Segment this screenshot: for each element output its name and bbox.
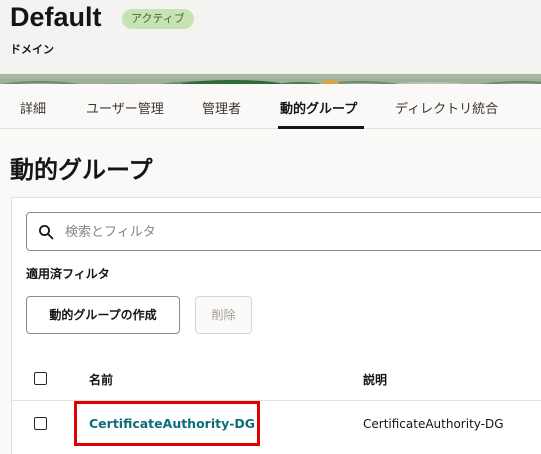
domain-title: Default — [10, 2, 102, 32]
tab-user-management[interactable]: ユーザー管理 — [86, 98, 164, 117]
domain-subtitle: ドメイン — [10, 43, 54, 56]
tab-administrators[interactable]: 管理者 — [202, 98, 241, 117]
delete-button[interactable]: 削除 — [195, 296, 252, 334]
dynamic-group-description: CertificateAuthority-DG — [363, 417, 504, 431]
tab-dynamic-groups[interactable]: 動的グループ — [280, 98, 357, 117]
status-badge: アクティブ — [122, 9, 194, 29]
tab-details[interactable]: 詳細 — [20, 98, 46, 117]
tab-directory-integration[interactable]: ディレクトリ統合 — [395, 98, 498, 117]
header-banner-image — [0, 74, 541, 84]
search-input[interactable] — [65, 221, 525, 243]
search-icon — [39, 225, 54, 240]
column-header-description[interactable]: 説明 — [363, 371, 387, 388]
tab-bar: 詳細 ユーザー管理 管理者 動的グループ ディレクトリ統合 — [0, 84, 541, 129]
select-all-checkbox[interactable] — [34, 372, 47, 385]
search-box[interactable] — [26, 212, 541, 251]
row-checkbox[interactable] — [34, 417, 47, 430]
applied-filters-label: 適用済フィルタ — [26, 267, 110, 281]
highlight-annotation — [74, 401, 260, 446]
active-tab-indicator — [278, 126, 364, 129]
column-header-name[interactable]: 名前 — [89, 371, 113, 388]
create-dynamic-group-button[interactable]: 動的グループの作成 — [26, 296, 180, 334]
domain-header: Default アクティブ ドメイン — [0, 0, 541, 84]
page-title: 動的グループ — [10, 156, 153, 184]
